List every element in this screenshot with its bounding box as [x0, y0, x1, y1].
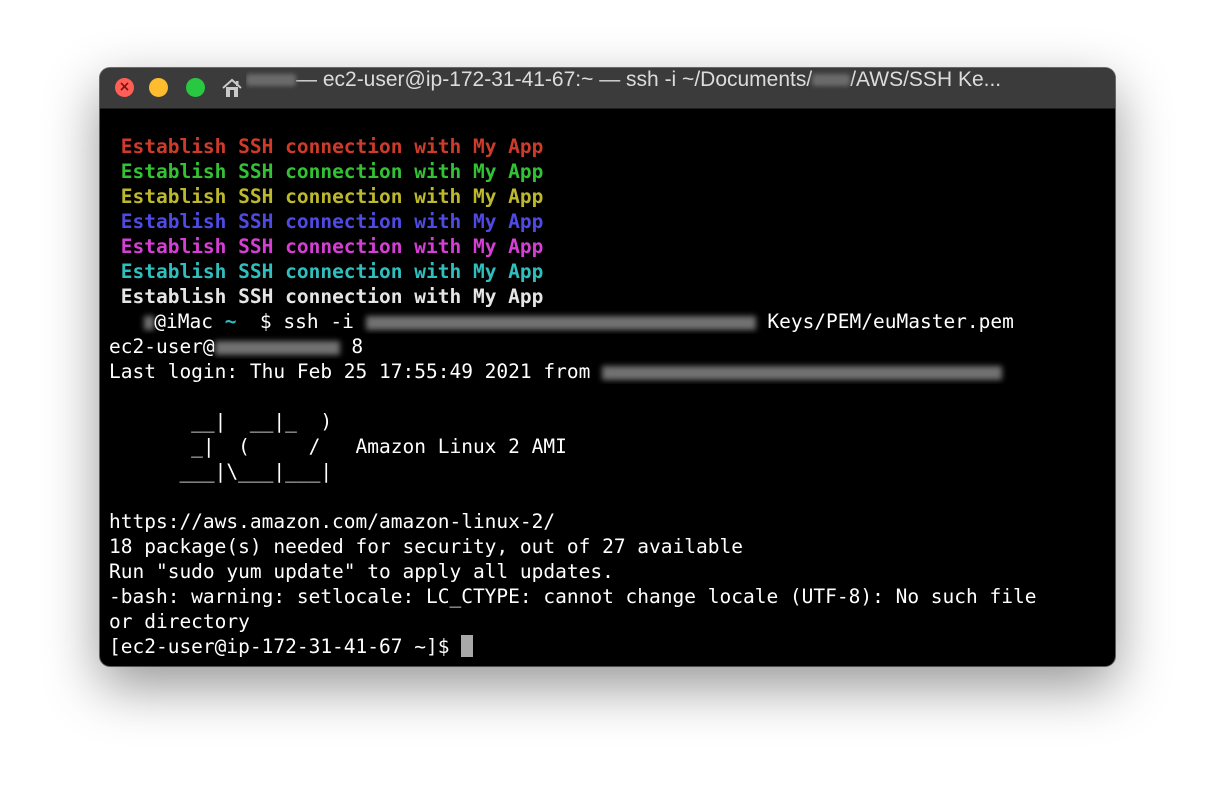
ascii-art-line-3: ___|\___|___|: [109, 460, 333, 483]
banner-line-cyan: Establish SSH connection with My App: [120, 260, 544, 283]
redacted-folder: [812, 74, 851, 87]
yum-update-hint: Run "sudo yum update" to apply all updat…: [109, 560, 614, 583]
redacted-path: [365, 315, 756, 330]
terminal-output[interactable]: Establish SSH connection with My App Est…: [109, 134, 1105, 659]
close-icon: ×: [118, 79, 131, 95]
local-prompt-line: @iMac ~ $ ssh -i Keys/PEM/euMaster.pem: [109, 309, 1105, 334]
banner-line-magenta: Establish SSH connection with My App: [120, 235, 544, 258]
amazon-linux-url: https://aws.amazon.com/amazon-linux-2/: [109, 510, 556, 533]
last-login-line: Last login: Thu Feb 25 17:55:49 2021 fro…: [109, 359, 1105, 384]
shell-prompt: [ec2-user@ip-172-31-41-67 ~]$: [109, 635, 450, 658]
redacted-user: [144, 315, 155, 330]
redacted-ip: [214, 340, 340, 355]
minimize-button[interactable]: [149, 78, 168, 97]
banner-line-yellow: Establish SSH connection with My App: [120, 185, 544, 208]
window-title: — ec2-user@ip-172-31-41-67:~ — ssh -i ~/…: [246, 68, 1106, 108]
window-title-tail: /AWS/SSH Ke...: [850, 68, 1002, 91]
text-cursor: [461, 635, 474, 657]
window-title-main: — ec2-user@ip-172-31-41-67:~ — ssh -i ~/…: [296, 68, 813, 91]
banner-line-green: Establish SSH connection with My App: [120, 160, 544, 183]
shell-prompt-line[interactable]: [ec2-user@ip-172-31-41-67 ~]$: [109, 634, 1105, 659]
locale-warning-line-1: -bash: warning: setlocale: LC_CTYPE: can…: [109, 585, 1037, 608]
close-button[interactable]: ×: [115, 78, 134, 97]
zoom-button[interactable]: [186, 78, 205, 97]
title-bar[interactable]: × — ec2-user@ip-172-31-41-67:~ — ssh -i …: [100, 68, 1115, 109]
banner-line-white: Establish SSH connection with My App: [120, 285, 544, 308]
terminal-window: × — ec2-user@ip-172-31-41-67:~ — ssh -i …: [100, 68, 1115, 666]
locale-warning-line-2: or directory: [109, 610, 250, 633]
ssh-target-line: ec2-user@ 8: [109, 335, 364, 358]
redacted-host: [602, 365, 1003, 380]
ascii-art-line-1: __| __|_ ): [109, 410, 333, 433]
banner-line-blue: Establish SSH connection with My App: [120, 210, 544, 233]
home-folder-icon: [222, 78, 242, 97]
ascii-art-line-2: _| ( / Amazon Linux 2 AMI: [109, 435, 567, 458]
redacted-username: [246, 74, 296, 87]
security-updates-line: 18 package(s) needed for security, out o…: [109, 535, 743, 558]
banner-line-red: Establish SSH connection with My App: [120, 135, 544, 158]
